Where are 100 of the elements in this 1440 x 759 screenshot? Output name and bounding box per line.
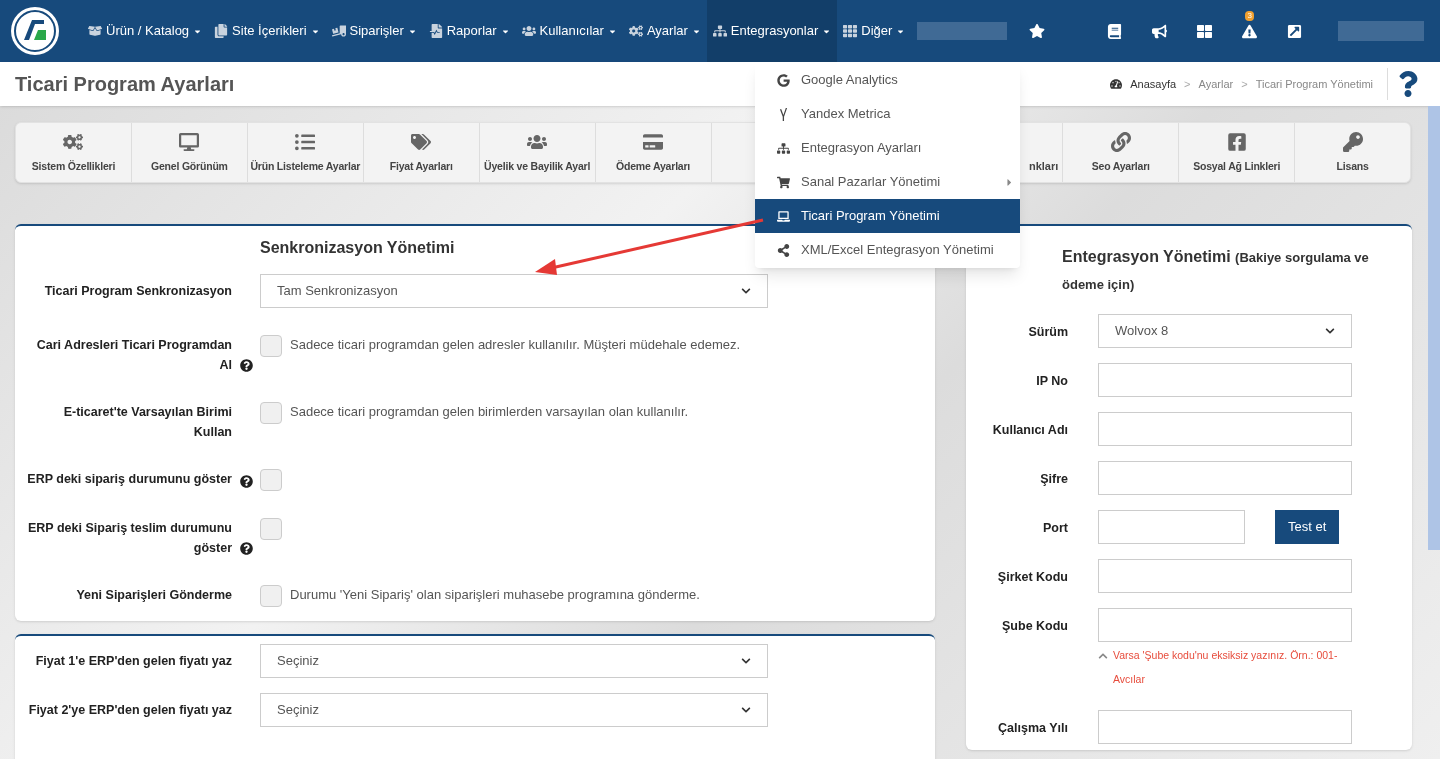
breadcrumb-link[interactable]: Ayarlar xyxy=(1198,75,1234,93)
document-icon xyxy=(428,24,443,38)
menu-item[interactable]: Yandex Metrica xyxy=(755,97,1020,131)
checkbox[interactable] xyxy=(260,335,282,357)
logo[interactable] xyxy=(10,6,60,56)
windows-icon[interactable] xyxy=(1197,23,1213,39)
laptop-icon xyxy=(776,209,790,223)
text-field[interactable] xyxy=(1098,710,1352,744)
hierarchy-icon xyxy=(712,24,727,38)
toolbar-tile[interactable]: Ödeme Ayarları xyxy=(595,123,712,182)
test-button[interactable]: Test et xyxy=(1275,510,1340,544)
notification-badge: 3 xyxy=(1245,10,1254,21)
toolbar-tile[interactable]: Sosyal Ağ Linkleri xyxy=(1179,123,1296,182)
breadcrumb-separator: > xyxy=(1241,76,1248,92)
nav-menu-item[interactable]: Ürün / Katalog xyxy=(82,0,209,62)
menu-item[interactable]: Sanal Pazarlar Yönetimi xyxy=(755,165,1020,199)
google-icon xyxy=(776,73,790,87)
chevron-up-icon xyxy=(1098,651,1108,661)
chevron-icon xyxy=(741,656,751,666)
nav-menu-item[interactable]: Diğer xyxy=(837,0,912,62)
chevron-icon xyxy=(1325,326,1335,336)
select-field[interactable]: Tam Senkronizasyon xyxy=(260,274,768,308)
warning-icon[interactable] xyxy=(1242,23,1258,39)
menu-item[interactable]: Ticari Program Yönetimi xyxy=(755,199,1020,233)
field-label: Kullanıcı Adı xyxy=(991,422,1068,439)
text-field[interactable] xyxy=(1098,461,1352,495)
card-title: Senkronizasyon Yönetimi xyxy=(260,239,455,256)
hierarchy-icon xyxy=(776,141,790,155)
card-title: Entegrasyon Yönetimi (Bakiye sorgulama ve ödeme için) xyxy=(1062,247,1370,294)
text-field[interactable] xyxy=(1098,559,1352,593)
box-icon xyxy=(88,24,102,38)
field-label: Fiyat 2'ye ERP'den gelen fiyatı yaz xyxy=(27,702,232,719)
facebook-icon xyxy=(1226,131,1247,152)
checkbox[interactable] xyxy=(260,518,282,540)
gears-icon xyxy=(63,131,84,152)
page-title: Ticari Program Ayarları xyxy=(14,72,235,97)
field-label: ERP deki Sipariş teslim durumunu göster xyxy=(27,520,232,557)
field-label: Cari Adresleri Ticari Programdan Al xyxy=(35,337,232,374)
select-field[interactable]: Seçiniz xyxy=(260,693,768,727)
external-link-icon[interactable] xyxy=(1287,23,1303,39)
checkbox-description: Durumu 'Yeni Sipariş' olan siparişleri muhasebe programına gönderme. xyxy=(290,586,700,604)
field-label: E-ticaret'te Varsayılan Birimi Kullan xyxy=(62,404,232,441)
field-label: Yeni Siparişleri Gönderme xyxy=(75,587,232,604)
help-icon[interactable] xyxy=(239,359,253,372)
toolbar-tile[interactable]: Sistem Özellikleri xyxy=(16,123,132,182)
megaphone-icon[interactable] xyxy=(1152,23,1168,39)
nav-menu-item[interactable]: Ayarlar xyxy=(622,0,707,62)
nav-menu-item[interactable]: Kullanıcılar xyxy=(515,0,623,62)
list-icon xyxy=(295,131,316,152)
field-label: ERP deki sipariş durumunu göster xyxy=(26,471,232,488)
grid-icon xyxy=(843,24,858,38)
toolbar-tile[interactable]: Genel Görünüm xyxy=(131,123,248,182)
star-icon[interactable] xyxy=(1029,23,1046,39)
toolbar-tile[interactable]: Seo Ayarları xyxy=(1063,123,1180,182)
text-field[interactable] xyxy=(1098,363,1352,397)
chevron-icon xyxy=(741,705,751,715)
book-icon[interactable] xyxy=(1107,23,1123,39)
toolbar-tile[interactable]: Lisans xyxy=(1295,123,1411,182)
checkbox[interactable] xyxy=(260,402,282,424)
breadcrumb-link[interactable]: Anasayfa xyxy=(1130,75,1177,93)
nav-menu-item[interactable]: Site İçerikleri xyxy=(208,0,326,62)
checkbox[interactable] xyxy=(260,469,282,491)
text-field[interactable] xyxy=(1098,412,1352,446)
chevron-icon xyxy=(741,286,751,296)
nav-menu-item[interactable]: Raporlar xyxy=(422,0,516,62)
link-icon xyxy=(1110,131,1131,152)
select-field[interactable]: Wolvox 8 xyxy=(1098,314,1352,348)
menu-item[interactable]: Entegrasyon Ayarları xyxy=(755,131,1020,165)
nav-menu-item[interactable]: Siparişler xyxy=(325,0,423,62)
toolbar-tile[interactable]: Üyelik ve Bayilik Ayarl xyxy=(479,123,596,182)
cart-icon xyxy=(776,175,790,189)
menu-item[interactable]: XML/Excel Entegrasyon Yönetimi xyxy=(755,233,1020,267)
field-label: Şube Kodu xyxy=(1001,618,1068,635)
breadcrumb-link[interactable]: Ticari Program Yönetimi xyxy=(1255,75,1373,93)
help-icon[interactable] xyxy=(1398,71,1418,97)
key-icon xyxy=(1342,131,1363,152)
text-field[interactable] xyxy=(1098,608,1352,642)
copy-icon xyxy=(214,24,229,38)
toolbar-tile[interactable]: Fiyat Ayarları xyxy=(363,123,480,182)
credit-card-icon xyxy=(643,131,664,152)
checkbox-description: Sadece ticari programdan gelen birimlerden varsayılan olan kullanılır. xyxy=(290,403,689,421)
select-field[interactable]: Seçiniz xyxy=(260,644,768,678)
nav-menu-item[interactable]: Entegrasyonlar xyxy=(706,0,838,62)
help-icon[interactable] xyxy=(239,475,253,488)
hint-text: Varsa 'Şube kodu'nu eksiksiz yazınız. Örn.: 001-Avcılar xyxy=(1113,648,1339,687)
toolbar-tile[interactable]: Ürün Listeleme Ayarlar xyxy=(247,123,364,182)
field-label: Çalışma Yılı xyxy=(997,720,1068,737)
checkbox-description: Sadece ticari programdan gelen adresler kullanılır. Müşteri müdehale edemez. xyxy=(290,336,741,354)
text-field[interactable] xyxy=(1098,510,1245,544)
checkbox[interactable] xyxy=(260,585,282,607)
users-icon xyxy=(521,24,536,38)
field-label: Sürüm xyxy=(1027,324,1068,341)
monitor-icon xyxy=(179,131,200,152)
truck-icon xyxy=(331,24,346,38)
field-label: Şifre xyxy=(1039,471,1068,488)
scrollbar-thumb[interactable] xyxy=(1428,106,1440,550)
tag-icon xyxy=(411,131,432,152)
help-icon[interactable] xyxy=(239,542,253,555)
field-label: Ticari Program Senkronizasyon xyxy=(43,283,232,300)
menu-item[interactable]: Google Analytics xyxy=(755,63,1020,97)
